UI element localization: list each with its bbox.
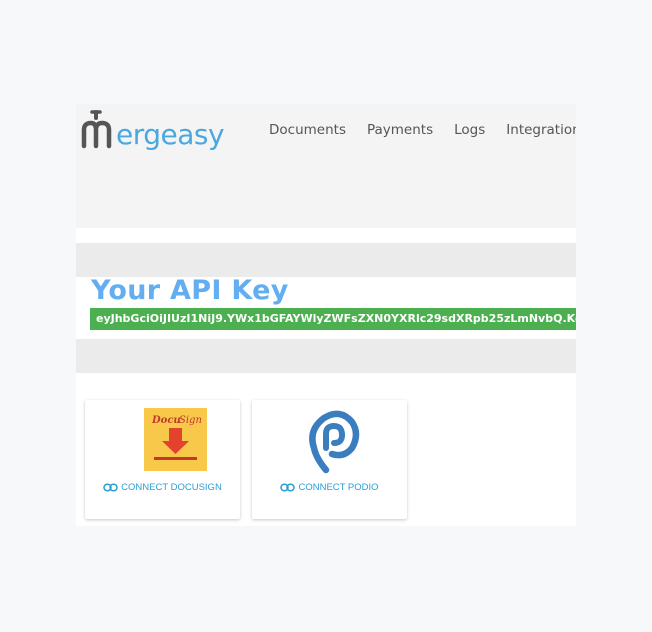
link-icon: [280, 483, 296, 492]
podio-card: CONNECT PODIO: [252, 400, 407, 519]
logo-m-icon: [81, 110, 112, 149]
nav-integrations[interactable]: Integrations: [506, 120, 576, 140]
nav-payments[interactable]: Payments: [367, 120, 433, 140]
connect-docusign-button[interactable]: CONNECT DOCUSIGN: [85, 482, 240, 493]
api-key-value[interactable]: eyJhbGciOiJIUzI1NiJ9.YWx1bGFAYWlyZWFsZXN…: [90, 308, 576, 330]
main-nav: Documents Payments Logs Integrations: [269, 120, 576, 140]
svg-text:Sign: Sign: [179, 415, 202, 426]
connect-podio-label: CONNECT PODIO: [298, 482, 379, 493]
logo-text: ergeasy: [116, 118, 225, 151]
api-key-title: Your API Key: [91, 275, 289, 306]
link-icon: [103, 483, 118, 492]
nav-logs[interactable]: Logs: [454, 120, 485, 140]
divider-band-bottom: [76, 339, 576, 373]
divider-band-top: [76, 243, 576, 277]
svg-text:Docu: Docu: [151, 415, 181, 426]
header: ergeasy Documents Payments Logs Integrat…: [76, 104, 576, 228]
docusign-icon: Docu Sign: [144, 408, 207, 471]
mergeasy-logo[interactable]: ergeasy: [80, 106, 232, 152]
nav-documents[interactable]: Documents: [269, 120, 346, 140]
app-frame: ergeasy Documents Payments Logs Integrat…: [76, 104, 576, 526]
connect-podio-button[interactable]: CONNECT PODIO: [252, 482, 407, 493]
connect-docusign-label: CONNECT DOCUSIGN: [121, 482, 222, 493]
docusign-card: Docu Sign CONNECT DOCUSIGN: [85, 400, 240, 519]
podio-icon: [309, 410, 360, 474]
